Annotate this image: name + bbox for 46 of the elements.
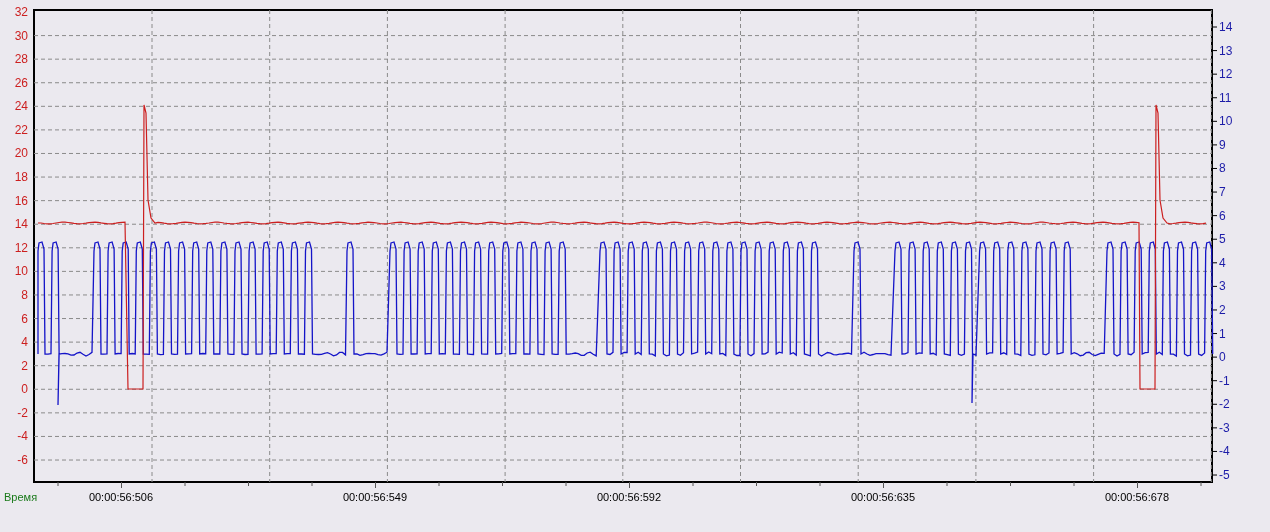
axis-label: 8: [21, 287, 28, 302]
axis-label: 00:00:56:592: [596, 491, 662, 503]
axis-label: 10: [1219, 114, 1233, 129]
axis-label: -2: [17, 405, 28, 420]
axis-label: 8: [1219, 161, 1226, 176]
axis-label: 2: [21, 358, 28, 373]
axis-label: 00:00:56:506: [88, 491, 154, 503]
axis-label: 10: [14, 264, 28, 279]
axis-label: 14: [1219, 20, 1233, 34]
axis-label: -5: [1219, 468, 1230, 482]
axis-label: 00:00:56:635: [850, 491, 916, 503]
axis-label: 4: [21, 335, 28, 350]
axis-label: 6: [21, 311, 28, 326]
axis-label: 6: [1219, 208, 1226, 223]
axis-label: 11: [1219, 90, 1232, 105]
axis-label: 12: [14, 240, 28, 255]
axis-label: 14: [14, 217, 28, 232]
axis-label: 24: [14, 99, 28, 114]
axis-label: -3: [1219, 420, 1230, 435]
axis-label: 00:00:56:678: [1104, 491, 1170, 503]
axis-label: 28: [14, 52, 28, 67]
axis-label: -6: [17, 453, 28, 467]
axis-label: 2: [1219, 302, 1226, 317]
axis-label: 0: [21, 382, 28, 397]
axis-label: 1: [1219, 326, 1226, 341]
axis-label: 7: [1219, 185, 1226, 200]
axis-label: 22: [14, 122, 28, 137]
axis-label: 26: [14, 75, 28, 90]
axis-label: 32: [14, 5, 28, 19]
axis-label: 0: [1219, 350, 1226, 365]
axis-label: 18: [14, 170, 28, 185]
axis-label: -1: [1219, 373, 1230, 388]
axis-label: 13: [1219, 43, 1233, 58]
axis-label: 16: [14, 193, 28, 208]
axis-title: Время: [4, 491, 38, 503]
axis-label: 9: [1219, 137, 1226, 152]
axis-label: -2: [1219, 397, 1230, 412]
axis-label: 4: [1219, 255, 1226, 270]
axis-label: 00:00:56:549: [342, 491, 408, 503]
axis-label: 20: [14, 146, 28, 161]
axis-label: 12: [1219, 67, 1233, 82]
axis-label: -4: [1219, 444, 1230, 459]
axis-label: -4: [17, 429, 28, 444]
axis-label: 3: [1219, 279, 1226, 294]
axis-label: 5: [1219, 232, 1226, 247]
axis-label: 30: [14, 28, 28, 43]
